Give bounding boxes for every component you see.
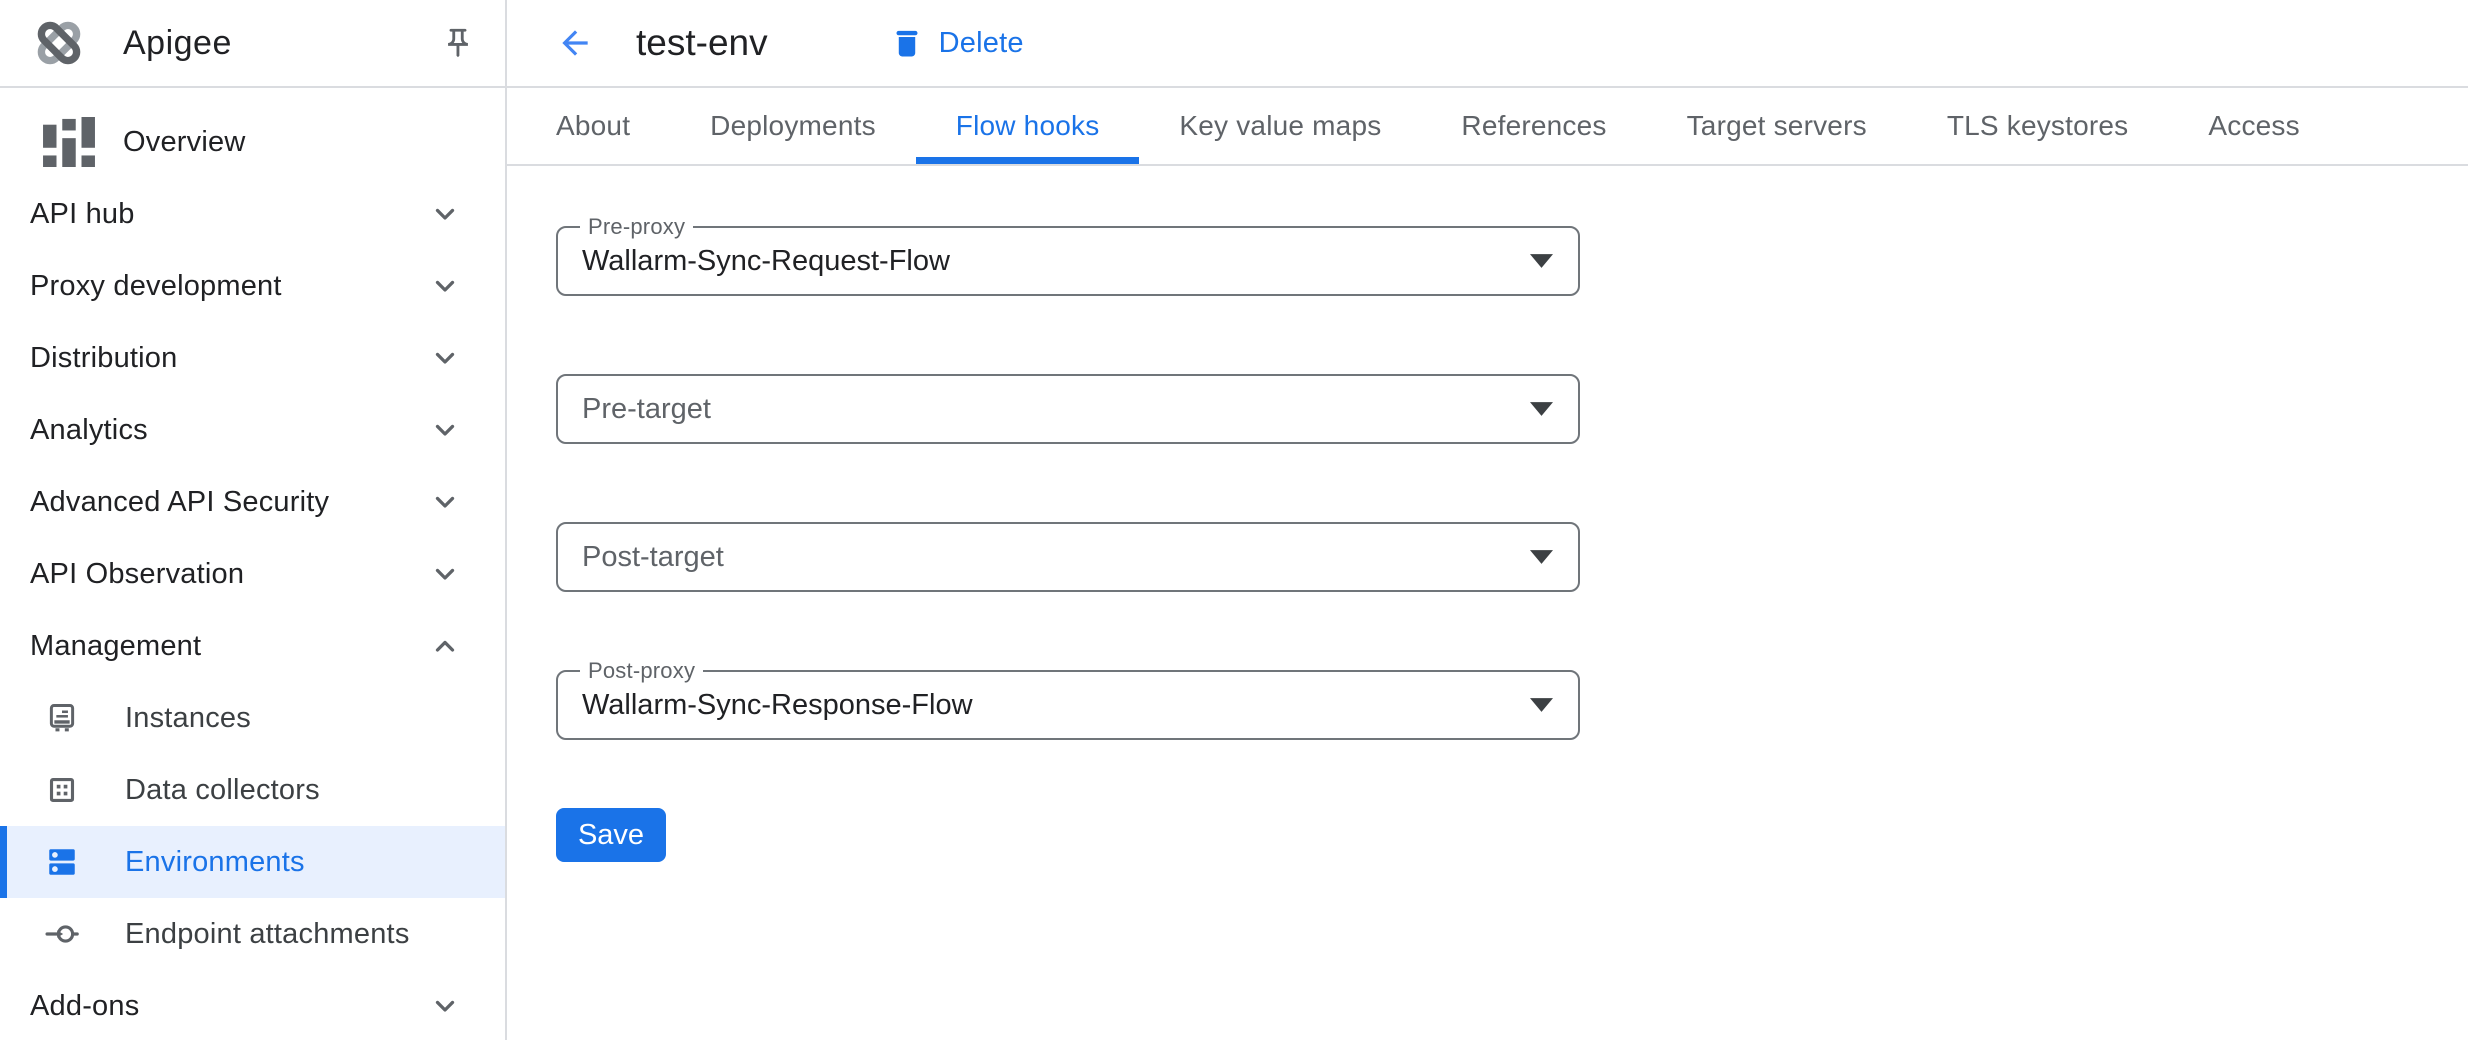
sidebar-item-overview[interactable]: Overview [0, 106, 505, 178]
tab-label: Flow hooks [956, 110, 1100, 142]
sidebar-item-label: Proxy development [30, 270, 282, 303]
sidebar-item-api-observation[interactable]: API Observation [0, 538, 505, 610]
dropdown-arrow-icon [1530, 254, 1553, 268]
sidebar-item-label: Endpoint attachments [125, 918, 410, 951]
save-button[interactable]: Save [556, 808, 666, 862]
sidebar-item-label: API Observation [30, 558, 244, 591]
sidebar-item-analytics[interactable]: Analytics [0, 394, 505, 466]
post-proxy-value: Wallarm-Sync-Response-Flow [582, 689, 973, 722]
apigee-logo-icon [27, 11, 91, 75]
sidebar: Apigee Overview API hub Pro [0, 0, 507, 1040]
environments-icon [45, 845, 79, 879]
pre-target-select[interactable]: Pre-target [556, 374, 1580, 444]
tab-label: Access [2208, 110, 2299, 142]
sidebar-item-label: Advanced API Security [30, 486, 329, 519]
pre-proxy-select[interactable]: Pre-proxy Wallarm-Sync-Request-Flow [556, 226, 1580, 296]
chevron-down-icon [428, 341, 462, 375]
sidebar-item-management[interactable]: Management [0, 610, 505, 682]
flow-hooks-form: Pre-proxy Wallarm-Sync-Request-Flow Pre-… [507, 166, 2468, 862]
sidebar-item-label: Environments [125, 846, 305, 879]
sidebar-item-label: Instances [125, 702, 251, 735]
data-collectors-icon [45, 773, 79, 807]
tab-bar: About Deployments Flow hooks Key value m… [507, 88, 2468, 166]
chevron-down-icon [428, 413, 462, 447]
post-proxy-select[interactable]: Post-proxy Wallarm-Sync-Response-Flow [556, 670, 1580, 740]
chevron-down-icon [428, 557, 462, 591]
tab-label: References [1461, 110, 1606, 142]
post-target-placeholder: Post-target [582, 541, 724, 574]
post-proxy-label: Post-proxy [580, 658, 703, 684]
tab-tls-keystores[interactable]: TLS keystores [1907, 88, 2169, 164]
sidebar-item-distribution[interactable]: Distribution [0, 322, 505, 394]
sidebar-item-label: Analytics [30, 414, 148, 447]
brand-name: Apigee [123, 24, 232, 63]
tab-deployments[interactable]: Deployments [670, 88, 916, 164]
page-header: test-env Delete [507, 0, 2468, 88]
sidebar-item-label: Add-ons [30, 990, 139, 1023]
pre-target-placeholder: Pre-target [582, 393, 711, 426]
endpoint-attachments-icon [45, 917, 79, 951]
tab-label: Target servers [1687, 110, 1867, 142]
chevron-down-icon [428, 269, 462, 303]
chevron-down-icon [428, 485, 462, 519]
pre-proxy-value: Wallarm-Sync-Request-Flow [582, 245, 950, 278]
sidebar-item-label: API hub [30, 198, 135, 231]
sidebar-item-proxy-development[interactable]: Proxy development [0, 250, 505, 322]
dropdown-arrow-icon [1530, 550, 1553, 564]
pre-proxy-label: Pre-proxy [580, 214, 693, 240]
sidebar-item-label: Overview [123, 126, 245, 159]
post-target-select[interactable]: Post-target [556, 522, 1580, 592]
chevron-down-icon [428, 989, 462, 1023]
main-area: test-env Delete About Deployments Flow h… [507, 0, 2468, 1040]
tab-label: Deployments [710, 110, 876, 142]
overview-icon [43, 117, 95, 167]
tab-key-value-maps[interactable]: Key value maps [1139, 88, 1421, 164]
sidebar-item-instances[interactable]: Instances [0, 682, 505, 754]
sidebar-item-add-ons[interactable]: Add-ons [0, 970, 505, 1040]
sidebar-item-label: Distribution [30, 342, 177, 375]
tab-flow-hooks[interactable]: Flow hooks [916, 88, 1140, 164]
sidebar-item-label: Data collectors [125, 774, 320, 807]
tab-about[interactable]: About [516, 88, 670, 164]
sidebar-header: Apigee [0, 0, 505, 88]
sidebar-item-label: Management [30, 630, 201, 663]
tab-label: Key value maps [1179, 110, 1381, 142]
delete-button[interactable]: Delete [890, 26, 1024, 60]
instances-icon [45, 701, 79, 735]
chevron-down-icon [428, 197, 462, 231]
back-arrow-icon[interactable] [556, 24, 594, 62]
sidebar-nav: Overview API hub Proxy development Distr… [0, 88, 505, 1040]
sidebar-item-data-collectors[interactable]: Data collectors [0, 754, 505, 826]
sidebar-item-endpoint-attachments[interactable]: Endpoint attachments [0, 898, 505, 970]
page-title: test-env [636, 22, 768, 64]
sidebar-item-environments[interactable]: Environments [0, 826, 505, 898]
tab-access[interactable]: Access [2168, 88, 2339, 164]
tab-target-servers[interactable]: Target servers [1647, 88, 1907, 164]
tab-label: TLS keystores [1947, 110, 2129, 142]
chevron-up-icon [428, 629, 462, 663]
delete-label: Delete [939, 27, 1024, 60]
sidebar-item-api-hub[interactable]: API hub [0, 178, 505, 250]
sidebar-item-advanced-api-security[interactable]: Advanced API Security [0, 466, 505, 538]
pin-icon[interactable] [441, 26, 475, 60]
dropdown-arrow-icon [1530, 698, 1553, 712]
tab-label: About [556, 110, 630, 142]
dropdown-arrow-icon [1530, 402, 1553, 416]
tab-references[interactable]: References [1421, 88, 1646, 164]
delete-icon [890, 26, 924, 60]
